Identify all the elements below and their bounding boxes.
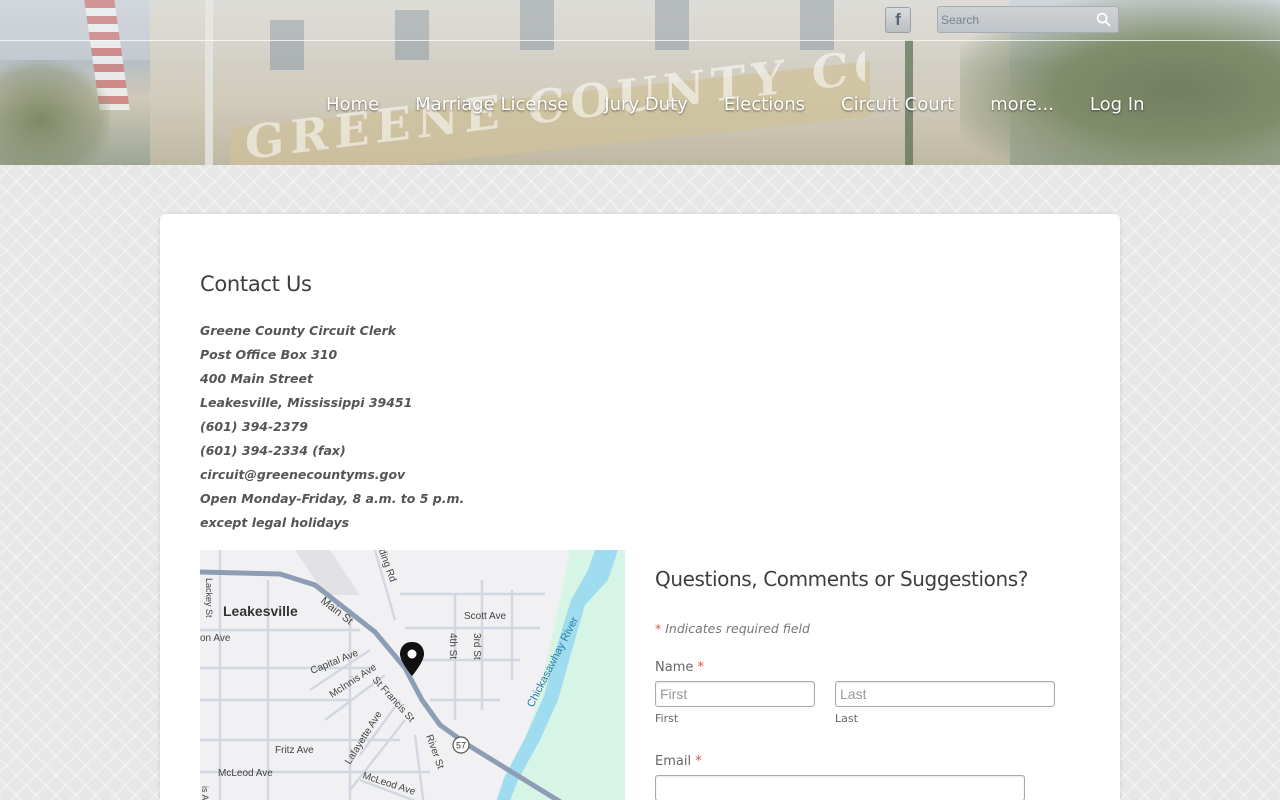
name-required-star: * <box>697 660 705 675</box>
first-name-input[interactable] <box>655 681 815 707</box>
map-label-3rd-st: 3rd St <box>471 633 482 660</box>
search-icon[interactable] <box>1096 12 1111 27</box>
search-input[interactable] <box>941 10 1091 29</box>
email-input[interactable] <box>655 775 1025 800</box>
search-box <box>937 6 1119 33</box>
contact-po-box: Post Office Box 310 <box>200 347 338 362</box>
page-title: Contact Us <box>200 272 312 296</box>
facebook-button[interactable]: f <box>885 7 911 33</box>
contact-fax: (601) 394-2334 (fax) <box>200 443 346 458</box>
location-map[interactable]: Leakesville Main St Scott Ave 4th St 3rd… <box>200 550 625 800</box>
required-note-text: Indicates required field <box>665 621 810 636</box>
nav-marriage-license[interactable]: Marriage License <box>415 92 568 118</box>
contact-hours: Open Monday-Friday, 8 a.m. to 5 p.m. <box>200 491 465 506</box>
map-label-4th-st: 4th St <box>447 633 458 659</box>
map-route-shield: 57 <box>452 736 470 754</box>
nav-more[interactable]: more... <box>990 92 1054 118</box>
last-name-sublabel: Last <box>835 712 858 725</box>
required-note: * Indicates required field <box>655 621 810 636</box>
facebook-icon: f <box>895 10 901 29</box>
nav-log-in[interactable]: Log In <box>1090 92 1145 118</box>
nav-elections[interactable]: Elections <box>724 92 805 118</box>
required-star: * <box>655 621 662 636</box>
map-label-mcleod-ave-1: McLeod Ave <box>218 768 273 779</box>
map-label-scott-ave: Scott Ave <box>464 611 507 622</box>
contact-city-state-zip: Leakesville, Mississippi 39451 <box>200 395 413 410</box>
contact-email: circuit@greenecountyms.gov <box>200 464 600 488</box>
email-required-star: * <box>695 754 702 769</box>
email-label-text: Email <box>655 754 692 769</box>
name-label-text: Name <box>655 660 694 675</box>
contact-info: Greene County Circuit Clerk Post Office … <box>200 320 600 536</box>
map-route-number: 57 <box>456 741 466 751</box>
email-label: Email * <box>655 754 702 769</box>
nav-circuit-court[interactable]: Circuit Court <box>841 92 954 118</box>
first-name-sublabel: First <box>655 712 679 725</box>
content-card: Contact Us Greene County Circuit Clerk P… <box>160 214 1120 800</box>
nav-home[interactable]: Home <box>326 92 379 118</box>
map-label-bottom-left: is A <box>200 786 210 800</box>
last-name-input[interactable] <box>835 681 1055 707</box>
contact-office-name: Greene County Circuit Clerk <box>200 323 397 338</box>
nav-jury-duty[interactable]: Jury Duty <box>604 92 687 118</box>
map-label-on-ave: on Ave <box>200 633 231 644</box>
name-label: Name * <box>655 660 704 675</box>
map-label-fritz-ave: Fritz Ave <box>275 745 314 756</box>
contact-street: 400 Main Street <box>200 371 313 386</box>
map-label-town: Leakesville <box>223 603 298 619</box>
contact-email-link[interactable]: circuit@greenecountyms.gov <box>200 467 405 482</box>
main-nav: Home Marriage License Jury Duty Election… <box>326 92 1145 118</box>
header-banner: GREENE COUNTY COURTHOUSE f Home Marriage… <box>0 0 1280 165</box>
form-heading: Questions, Comments or Suggestions? <box>655 567 1029 591</box>
map-canvas[interactable]: Leakesville Main St Scott Ave 4th St 3rd… <box>200 550 625 800</box>
map-label-lackey-st: Lackey St <box>204 578 214 618</box>
contact-holidays: except legal holidays <box>200 515 350 530</box>
contact-phone: (601) 394-2379 <box>200 419 308 434</box>
